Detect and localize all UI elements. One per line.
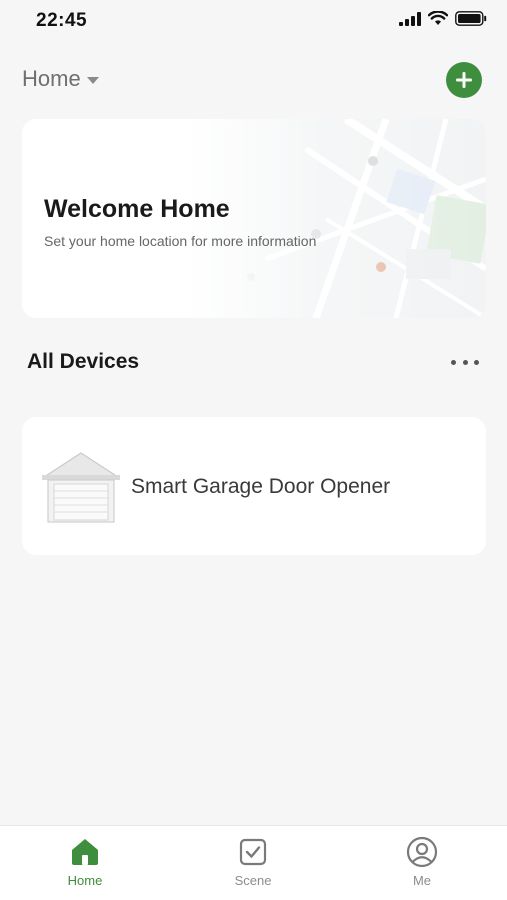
welcome-card[interactable]: Welcome Home Set your home location for … — [22, 119, 486, 318]
wifi-icon — [428, 11, 448, 25]
status-time: 22:45 — [36, 10, 88, 31]
user-profile-icon — [406, 836, 438, 868]
tab-scene-label: Scene — [234, 873, 272, 888]
status-bar: 22:45 — [0, 0, 507, 44]
plus-icon — [456, 72, 472, 88]
tab-home-label: Home — [67, 873, 103, 888]
bottom-tab-bar: Home Scene Me — [0, 825, 507, 900]
more-dots-icon[interactable] — [448, 355, 482, 369]
home-title: Home — [22, 66, 81, 91]
status-icons — [399, 11, 487, 26]
tab-me[interactable]: Me — [377, 836, 467, 888]
signal-icon — [399, 11, 421, 26]
welcome-subtitle: Set your home location for more informat… — [44, 233, 317, 249]
home-icon — [72, 839, 98, 865]
tab-home[interactable]: Home — [40, 836, 130, 888]
tab-me-label: Me — [412, 873, 432, 888]
device-card[interactable]: Smart Garage Door Opener — [22, 417, 486, 555]
all-devices-title: All Devices — [27, 350, 140, 373]
garage-door-icon — [42, 452, 120, 523]
caret-down-icon — [86, 76, 99, 84]
add-device-button[interactable] — [446, 62, 482, 98]
scene-checkbox-icon — [239, 838, 267, 866]
map-background — [186, 119, 486, 318]
device-name: Smart Garage Door Opener — [131, 475, 391, 498]
tab-scene[interactable]: Scene — [208, 836, 298, 888]
battery-icon — [455, 11, 487, 26]
home-selector-dropdown[interactable]: Home — [22, 66, 99, 92]
welcome-title: Welcome Home — [44, 195, 230, 223]
